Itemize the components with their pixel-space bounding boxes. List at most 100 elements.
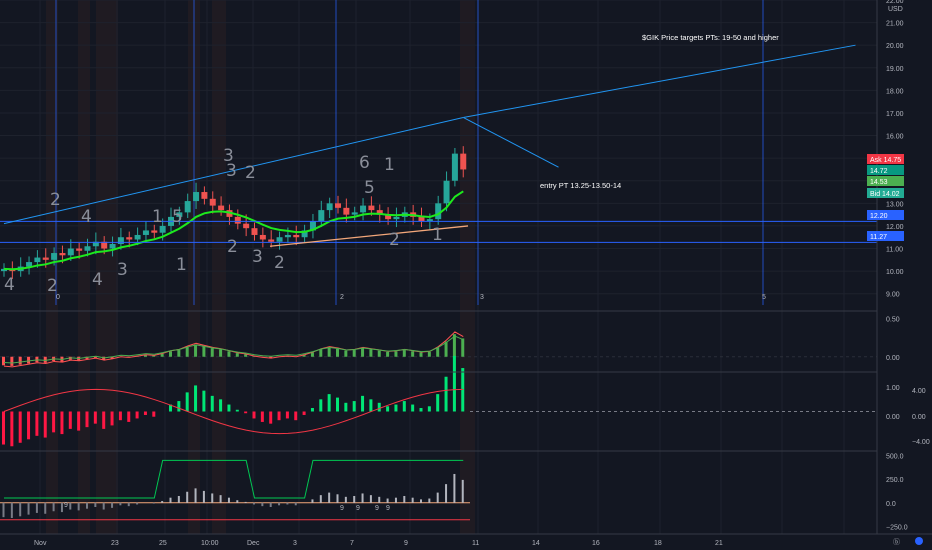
candle-body bbox=[134, 234, 141, 240]
delta-bar bbox=[328, 492, 331, 503]
delta-bar bbox=[428, 498, 431, 503]
hist-bar bbox=[344, 402, 348, 412]
osc-bar bbox=[18, 356, 22, 365]
time-tick: 25 bbox=[159, 540, 167, 547]
hist-bar bbox=[310, 408, 314, 412]
delta-bar bbox=[127, 502, 130, 507]
delta-bar bbox=[186, 491, 189, 503]
candle-body bbox=[209, 198, 216, 206]
delta-bar bbox=[386, 498, 389, 503]
hist-bar bbox=[210, 395, 214, 412]
delta-bar bbox=[136, 502, 139, 505]
candle-body bbox=[351, 212, 358, 215]
osc-bar bbox=[327, 347, 331, 357]
wave-label: 5 bbox=[364, 178, 375, 198]
delta-bar bbox=[52, 502, 55, 512]
hist-bar bbox=[110, 411, 114, 426]
currency-label: USD bbox=[888, 6, 903, 13]
hist-bar bbox=[202, 390, 206, 412]
candle-body bbox=[117, 237, 124, 244]
delta-tick: 250.0 bbox=[886, 477, 904, 484]
hist-bar bbox=[285, 411, 289, 419]
delta-bar bbox=[244, 501, 247, 503]
delta-bar bbox=[202, 490, 205, 503]
osc-bar bbox=[461, 338, 465, 357]
osc-tick: 0.00 bbox=[886, 355, 900, 362]
delta-bar bbox=[236, 500, 239, 503]
time-tick: 9 bbox=[404, 540, 408, 547]
delta-bar bbox=[311, 499, 314, 503]
candle-body bbox=[451, 153, 458, 181]
candle-body bbox=[293, 234, 300, 238]
wave-label: 3 bbox=[226, 161, 237, 181]
delta-bar bbox=[161, 501, 164, 503]
hist-bar bbox=[194, 385, 198, 412]
price-tag-label: 14.53 bbox=[870, 179, 888, 186]
targets-annotation: $GIK Price targets PTs: 19-50 and higher bbox=[642, 33, 779, 42]
candle-body bbox=[76, 248, 83, 251]
price-tick: 19.00 bbox=[886, 66, 904, 73]
price-chart[interactable]: 4 2244 31 5133223 26512 10 2 3 5 0.500.00 1.000.… bbox=[0, 0, 932, 550]
logo-icon[interactable]: ⓑ bbox=[893, 538, 900, 546]
hist-bar bbox=[269, 411, 273, 424]
hist-tick-right: 4.00 bbox=[912, 388, 926, 395]
session-band bbox=[96, 0, 118, 534]
price-tick: 13.00 bbox=[886, 201, 904, 208]
vertical-marker-label: 0 bbox=[56, 294, 60, 301]
candle-body bbox=[218, 205, 225, 211]
wave-label: 1 bbox=[152, 207, 163, 227]
osc-bar bbox=[227, 351, 231, 357]
hist-bar bbox=[277, 411, 281, 421]
candle-body bbox=[335, 203, 341, 208]
hist-bar bbox=[68, 411, 72, 429]
osc-bar bbox=[194, 344, 198, 357]
osc-bar bbox=[411, 351, 415, 357]
hist-bar bbox=[244, 411, 248, 414]
osc-bar bbox=[10, 356, 14, 366]
osc-bar bbox=[419, 352, 423, 357]
time-tick: 23 bbox=[111, 540, 119, 547]
osc-bar bbox=[235, 353, 239, 357]
delta-bar bbox=[86, 502, 88, 509]
wave-label: 2 bbox=[245, 163, 256, 183]
candle-body bbox=[109, 244, 116, 249]
candle-body bbox=[259, 234, 266, 240]
delta-bar bbox=[394, 497, 397, 503]
candle-body bbox=[84, 246, 91, 251]
hist-bar bbox=[444, 376, 448, 412]
candle-body bbox=[443, 180, 450, 204]
candle-body bbox=[51, 253, 58, 260]
hist-tick-right: 0.00 bbox=[912, 414, 926, 421]
delta-bar bbox=[278, 502, 281, 506]
hist-bar bbox=[18, 411, 22, 443]
candle-body bbox=[284, 234, 291, 238]
osc-bar bbox=[344, 350, 348, 357]
session-band bbox=[212, 0, 226, 534]
delta-bar bbox=[378, 496, 381, 503]
delta-bar bbox=[445, 484, 448, 503]
price-tick: 11.00 bbox=[886, 247, 903, 254]
hist-bar bbox=[361, 395, 365, 412]
osc-bar bbox=[219, 349, 223, 357]
hist-bar bbox=[294, 411, 298, 421]
delta-bar bbox=[177, 495, 180, 503]
delta-bar bbox=[211, 493, 214, 503]
time-tick: 7 bbox=[350, 540, 354, 547]
osc-bar bbox=[2, 356, 5, 366]
settings-icon[interactable] bbox=[915, 537, 923, 545]
hist-bar bbox=[427, 406, 431, 412]
time-tick: 18 bbox=[654, 540, 662, 547]
wave-label: 3 bbox=[117, 260, 128, 280]
counter-label: 9 bbox=[64, 502, 68, 509]
price-tick: 12.00 bbox=[886, 224, 904, 231]
delta-bar bbox=[35, 502, 38, 513]
hist-bar bbox=[85, 411, 89, 428]
delta-bar bbox=[111, 502, 114, 508]
time-tick: 21 bbox=[715, 540, 723, 547]
delta-bar bbox=[361, 493, 364, 503]
candle-body bbox=[201, 192, 208, 199]
vertical-marker-label: 3 bbox=[480, 294, 484, 301]
delta-bar bbox=[269, 502, 272, 507]
delta-bar bbox=[194, 488, 197, 503]
hist-tick: 1.00 bbox=[886, 385, 900, 392]
